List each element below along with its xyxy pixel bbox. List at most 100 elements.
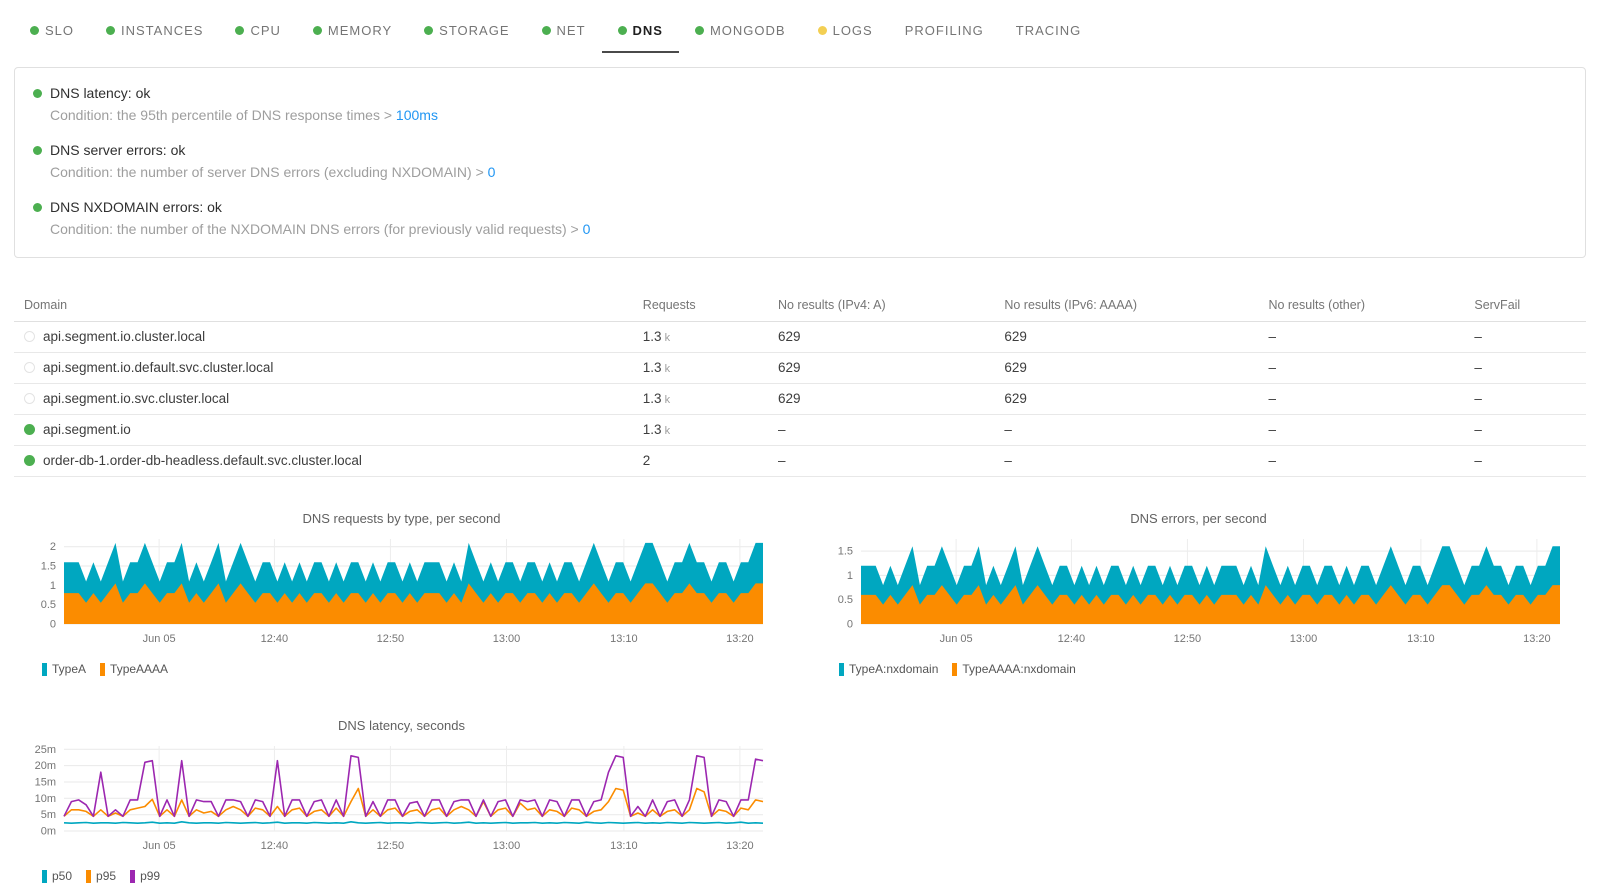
legend-swatch — [839, 663, 844, 676]
legend-item-p50[interactable]: p50 — [42, 869, 72, 883]
status-ok-dot — [106, 26, 115, 35]
other-cell: – — [1268, 446, 1474, 477]
svg-text:13:20: 13:20 — [1523, 633, 1551, 645]
tab-memory[interactable]: MEMORY — [297, 12, 408, 53]
legend-label: TypeAAAA:nxdomain — [962, 662, 1075, 676]
tab-net[interactable]: NET — [526, 12, 602, 53]
condition-threshold-value[interactable]: 0 — [488, 164, 496, 180]
column-header: No results (IPv4: A) — [778, 290, 1004, 322]
chart-plot: 00.511.52Jun 0512:4012:5013:0013:1013:20 — [14, 534, 789, 648]
dns-status-panel: DNS latency: okCondition: the 95th perce… — [14, 67, 1586, 258]
legend-swatch — [86, 870, 91, 883]
legend-swatch — [100, 663, 105, 676]
legend-item-p95[interactable]: p95 — [86, 869, 116, 883]
svg-text:0m: 0m — [41, 826, 56, 838]
tab-label: DNS — [633, 23, 663, 38]
legend-item-typea-nxdomain[interactable]: TypeA:nxdomain — [839, 662, 938, 676]
domains-table-body: api.segment.io.cluster.local1.3 k629629–… — [14, 322, 1586, 477]
status-ok-dot — [424, 26, 433, 35]
status-check-title: DNS latency: ok — [50, 85, 150, 101]
table-row[interactable]: api.segment.io1.3 k–––– — [14, 415, 1586, 446]
domain-cell: order-db-1.order-db-headless.default.svc… — [14, 446, 643, 477]
ipv6-cell: 629 — [1004, 384, 1268, 415]
svg-text:12:50: 12:50 — [377, 840, 405, 852]
status-ok-dot — [33, 203, 42, 212]
domain-name: api.segment.io.cluster.local — [43, 329, 205, 344]
legend-item-p99[interactable]: p99 — [130, 869, 160, 883]
svg-text:1.5: 1.5 — [41, 561, 56, 573]
svg-text:0.5: 0.5 — [41, 599, 56, 611]
status-ok-dot — [235, 26, 244, 35]
tab-mongodb[interactable]: MONGODB — [679, 12, 802, 53]
tab-profiling[interactable]: PROFILING — [889, 12, 1000, 53]
status-ok-dot — [618, 26, 627, 35]
svg-text:5m: 5m — [41, 809, 56, 821]
tab-label: CPU — [250, 23, 280, 38]
tab-dns[interactable]: DNS — [602, 12, 679, 53]
table-row[interactable]: api.segment.io.svc.cluster.local1.3 k629… — [14, 384, 1586, 415]
requests-cell: 1.3 k — [643, 415, 778, 446]
legend-item-typeaaaa[interactable]: TypeAAAA — [100, 662, 168, 676]
legend-label: p95 — [96, 869, 116, 883]
status-ok-dot — [30, 26, 39, 35]
svg-text:13:10: 13:10 — [610, 633, 638, 645]
chart-title: DNS requests by type, per second — [14, 511, 789, 526]
svg-text:13:10: 13:10 — [610, 840, 638, 852]
svg-text:13:20: 13:20 — [726, 840, 754, 852]
ipv4-cell: – — [778, 446, 1004, 477]
other-cell: – — [1268, 384, 1474, 415]
tab-storage[interactable]: STORAGE — [408, 12, 525, 53]
condition-threshold-value[interactable]: 100ms — [396, 107, 438, 123]
tab-instances[interactable]: INSTANCES — [90, 12, 219, 53]
ipv4-cell: 629 — [778, 322, 1004, 353]
chart-dns-requests: DNS requests by type, per second 00.511.… — [14, 511, 789, 676]
svg-text:12:50: 12:50 — [377, 633, 405, 645]
servfail-cell: – — [1474, 446, 1586, 477]
status-check-title: DNS server errors: ok — [50, 142, 185, 158]
legend-item-typeaaaa-nxdomain[interactable]: TypeAAAA:nxdomain — [952, 662, 1075, 676]
status-ok-dot — [313, 26, 322, 35]
status-check-condition: Condition: the number of server DNS erro… — [50, 164, 1567, 180]
status-check-title-row: DNS server errors: ok — [33, 142, 1567, 158]
ipv4-cell: 629 — [778, 353, 1004, 384]
tab-logs[interactable]: LOGS — [802, 12, 889, 53]
legend-item-typea[interactable]: TypeA — [42, 662, 86, 676]
column-header: No results (IPv6: AAAA) — [1004, 290, 1268, 322]
svg-text:20m: 20m — [35, 760, 56, 772]
svg-text:1: 1 — [50, 580, 56, 592]
requests-unit: k — [662, 332, 671, 344]
tab-cpu[interactable]: CPU — [219, 12, 296, 53]
ipv6-cell: – — [1004, 415, 1268, 446]
tab-label: STORAGE — [439, 23, 509, 38]
svg-text:12:40: 12:40 — [261, 840, 289, 852]
tab-slo[interactable]: SLO — [14, 12, 90, 53]
table-row[interactable]: order-db-1.order-db-headless.default.svc… — [14, 446, 1586, 477]
column-header: No results (other) — [1268, 290, 1474, 322]
ipv6-cell: 629 — [1004, 322, 1268, 353]
table-row[interactable]: api.segment.io.cluster.local1.3 k629629–… — [14, 322, 1586, 353]
other-cell: – — [1268, 353, 1474, 384]
chart-legend: p50 p95 p99 — [42, 869, 789, 883]
dns-dashboard-page: SLO INSTANCES CPU MEMORY STORAGE NET DNS MONGOD… — [0, 0, 1600, 895]
tab-label: TRACING — [1016, 23, 1082, 38]
legend-swatch — [42, 870, 47, 883]
status-ok-dot — [542, 26, 551, 35]
table-row[interactable]: api.segment.io.default.svc.cluster.local… — [14, 353, 1586, 384]
svg-text:12:40: 12:40 — [1058, 633, 1086, 645]
status-check-title-row: DNS latency: ok — [33, 85, 1567, 101]
column-header: Domain — [14, 290, 643, 322]
requests-unit: k — [662, 363, 671, 375]
svg-text:0: 0 — [847, 619, 853, 631]
svg-text:13:00: 13:00 — [493, 633, 521, 645]
svg-text:13:10: 13:10 — [1407, 633, 1435, 645]
svg-text:Jun 05: Jun 05 — [143, 633, 176, 645]
domain-name: api.segment.io.svc.cluster.local — [43, 391, 229, 406]
servfail-cell: – — [1474, 384, 1586, 415]
condition-threshold-value[interactable]: 0 — [583, 221, 591, 237]
tab-tracing[interactable]: TRACING — [1000, 12, 1098, 53]
chart-plot: 00.511.5Jun 0512:4012:5013:0013:1013:20 — [811, 534, 1586, 648]
tab-label: INSTANCES — [121, 23, 203, 38]
column-header: Requests — [643, 290, 778, 322]
legend-label: TypeAAAA — [110, 662, 168, 676]
svg-text:0.5: 0.5 — [838, 594, 853, 606]
